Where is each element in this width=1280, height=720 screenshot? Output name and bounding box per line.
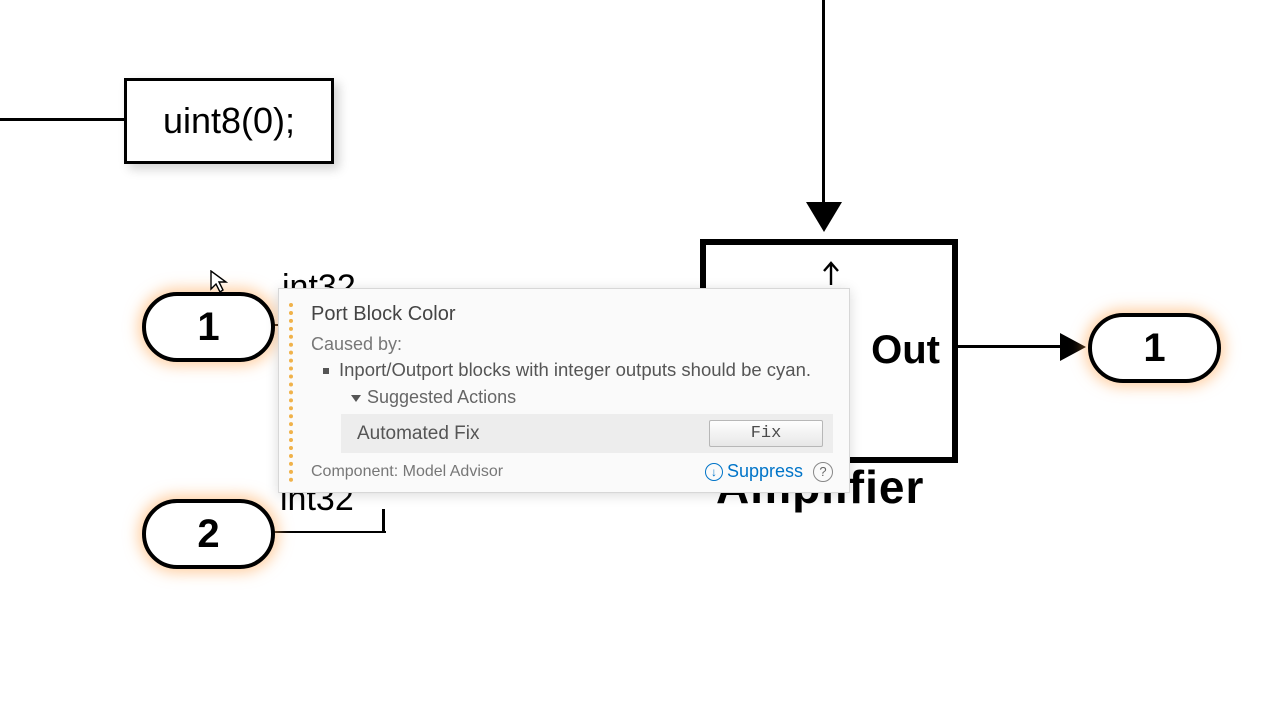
signal-line-in2 (271, 531, 386, 533)
trigger-port-icon (820, 257, 842, 285)
popup-caused-by-label: Caused by: (311, 334, 833, 355)
outport-1-label: 1 (1143, 326, 1165, 371)
help-icon[interactable]: ? (813, 462, 833, 482)
popup-title: Port Block Color (311, 303, 833, 326)
automated-fix-label: Automated Fix (351, 423, 709, 445)
suppress-icon: ↓ (705, 463, 723, 481)
mouse-cursor-icon (210, 270, 228, 294)
signal-line-out (952, 345, 1072, 348)
inport-block-1[interactable]: 1 (142, 292, 275, 362)
inport-block-2[interactable]: 2 (142, 499, 275, 569)
constant-block-uint8[interactable]: uint8(0); (124, 78, 334, 164)
simulink-canvas[interactable]: uint8(0); 1 int32 2 int32 Out Amplifier … (0, 0, 1280, 720)
diagnostic-popup: Port Block Color Caused by: Inport/Outpo… (278, 288, 850, 493)
signal-line (0, 118, 124, 121)
outport-block-1[interactable]: 1 (1088, 313, 1221, 383)
inport-1-label: 1 (197, 305, 219, 350)
chevron-down-icon (351, 395, 361, 402)
suggested-actions-label: Suggested Actions (367, 387, 516, 407)
popup-message: Inport/Outport blocks with integer outpu… (339, 359, 833, 381)
fix-button[interactable]: Fix (709, 420, 823, 447)
subsystem-out-port-label: Out (871, 328, 940, 373)
arrowhead-down-icon (806, 202, 842, 232)
signal-line-vertical (822, 0, 825, 206)
popup-suggested-actions-header[interactable]: Suggested Actions (351, 387, 833, 408)
inport-2-label: 2 (197, 512, 219, 557)
arrowhead-right-icon (1060, 333, 1086, 361)
signal-line-in2-v (382, 509, 385, 533)
warning-sidebar-icon (289, 303, 297, 482)
constant-block-label: uint8(0); (163, 100, 295, 142)
popup-fix-row: Automated Fix Fix (341, 414, 833, 453)
popup-component-label: Component: Model Advisor (311, 463, 705, 481)
suppress-link[interactable]: ↓ Suppress (705, 461, 803, 482)
suppress-label: Suppress (727, 461, 803, 482)
